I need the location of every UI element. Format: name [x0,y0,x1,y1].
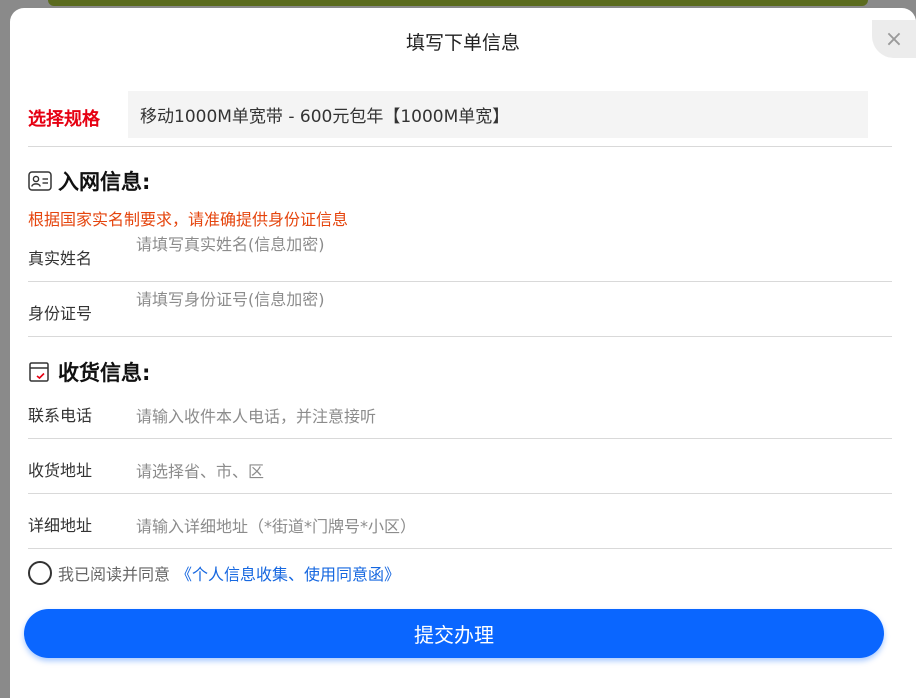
address-region-field-label: 收货地址 [28,461,93,480]
name-field-label: 真实姓名 [28,249,93,268]
address-detail-field-label: 详细地址 [28,516,93,535]
address-region-field-row: 收货地址 [28,438,892,494]
spec-selector[interactable]: 移动1000M单宽带 - 600元包年【1000M单宽】 [128,91,868,138]
agreement-row: 我已阅读并同意 《个人信息收集、使用同意函》 [28,561,400,585]
agreement-text: 我已阅读并同意 [58,565,171,584]
id-number-field-row: 身份证号 [28,281,892,337]
close-button[interactable]: × [872,20,916,58]
spec-row: 选择规格 移动1000M单宽带 - 600元包年【1000M单宽】 [28,91,892,147]
network-section-label: 入网信息: [58,170,151,194]
order-info-modal: 填写下单信息 × 选择规格 移动1000M单宽带 - 600元包年【1000M单… [10,8,916,698]
phone-field-label: 联系电话 [28,406,93,425]
id-number-field-label: 身份证号 [28,304,93,323]
id-card-icon [28,171,52,191]
address-detail-field-row: 详细地址 [28,493,892,549]
phone-input[interactable] [134,398,878,434]
id-number-input[interactable] [134,281,878,317]
network-section-title: 入网信息: [28,166,150,196]
spec-label: 选择规格 [28,109,100,130]
name-field-row: 真实姓名 [28,226,892,282]
address-detail-input[interactable] [134,508,878,544]
address-form-icon [28,362,52,382]
modal-title: 填写下单信息 [405,32,520,54]
name-input[interactable] [134,226,878,262]
close-icon: × [884,26,904,52]
address-region-select[interactable] [134,453,878,489]
phone-field-row: 联系电话 [28,383,892,439]
submit-button[interactable]: 提交办理 [24,609,884,658]
agreement-link[interactable]: 《个人信息收集、使用同意函》 [176,561,400,585]
agreement-radio[interactable] [28,561,52,585]
background-page-strip [48,0,868,6]
